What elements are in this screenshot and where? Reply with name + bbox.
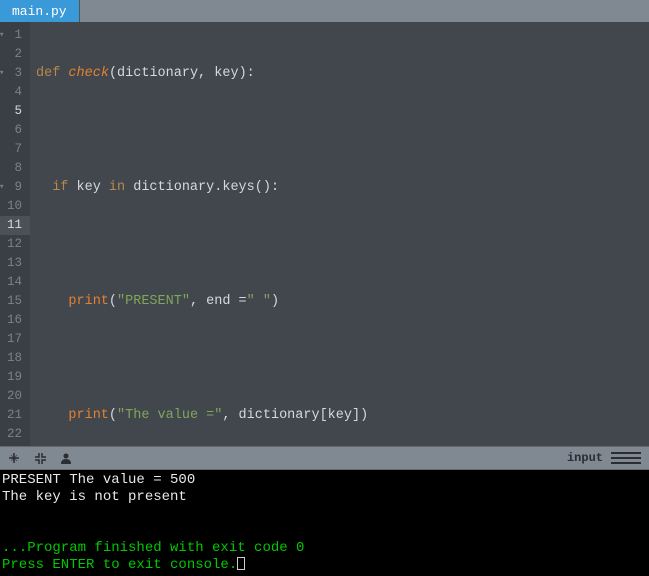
line-number: ▾3 bbox=[0, 64, 22, 83]
console-line: PRESENT The value = 500 bbox=[2, 472, 195, 488]
line-number: 5 bbox=[0, 102, 22, 121]
code-line: def check(dictionary, key): bbox=[36, 64, 649, 83]
line-number: 17 bbox=[0, 330, 22, 349]
code-line bbox=[36, 235, 649, 254]
line-number: 7 bbox=[0, 140, 22, 159]
code-line: print("The value =", dictionary[key]) bbox=[36, 406, 649, 425]
line-number: 8 bbox=[0, 159, 22, 178]
drag-handle-icon[interactable] bbox=[611, 452, 641, 464]
fold-icon[interactable]: ▾ bbox=[0, 178, 4, 197]
line-number: 19 bbox=[0, 368, 22, 387]
line-number: 2 bbox=[0, 45, 22, 64]
console-output[interactable]: PRESENT The value = 500 The key is not p… bbox=[0, 470, 649, 576]
line-number: 11 bbox=[0, 216, 30, 235]
fold-icon[interactable]: ▾ bbox=[0, 64, 4, 83]
line-number: 18 bbox=[0, 349, 22, 368]
code-area[interactable]: def check(dictionary, key): if key in di… bbox=[30, 22, 649, 446]
line-number: ▾1 bbox=[0, 26, 22, 45]
collapse-icon[interactable] bbox=[8, 452, 20, 464]
line-number: 15 bbox=[0, 292, 22, 311]
expand-icon[interactable] bbox=[34, 452, 46, 464]
code-line: if key in dictionary.keys(): bbox=[36, 178, 649, 197]
line-number: 10 bbox=[0, 197, 22, 216]
line-number: 16 bbox=[0, 311, 22, 330]
input-label: input bbox=[567, 451, 603, 465]
gutter: ▾1 2 ▾3 4 5 6 7 8 ▾9 10 11 12 13 14 15 1… bbox=[0, 22, 30, 446]
console-line: The key is not present bbox=[2, 489, 187, 505]
user-icon[interactable] bbox=[60, 452, 72, 464]
code-editor[interactable]: ▾1 2 ▾3 4 5 6 7 8 ▾9 10 11 12 13 14 15 1… bbox=[0, 22, 649, 446]
console-cursor bbox=[237, 557, 245, 570]
console-toolbar: input bbox=[0, 446, 649, 470]
code-line: print("PRESENT", end =" ") bbox=[36, 292, 649, 311]
file-tab[interactable]: main.py bbox=[0, 0, 80, 22]
line-number: 6 bbox=[0, 121, 22, 140]
line-number: ▾9 bbox=[0, 178, 22, 197]
line-number: 14 bbox=[0, 273, 22, 292]
console-line: Press ENTER to exit console. bbox=[2, 557, 237, 573]
line-number: 13 bbox=[0, 254, 22, 273]
line-number: 12 bbox=[0, 235, 22, 254]
line-number: 4 bbox=[0, 83, 22, 102]
code-line bbox=[36, 121, 649, 140]
console-line: ...Program finished with exit code 0 bbox=[2, 540, 304, 556]
line-number: 21 bbox=[0, 406, 22, 425]
fold-icon[interactable]: ▾ bbox=[0, 26, 4, 45]
line-number: 20 bbox=[0, 387, 22, 406]
tab-bar: main.py bbox=[0, 0, 649, 22]
line-number: 22 bbox=[0, 425, 22, 444]
code-line bbox=[36, 349, 649, 368]
